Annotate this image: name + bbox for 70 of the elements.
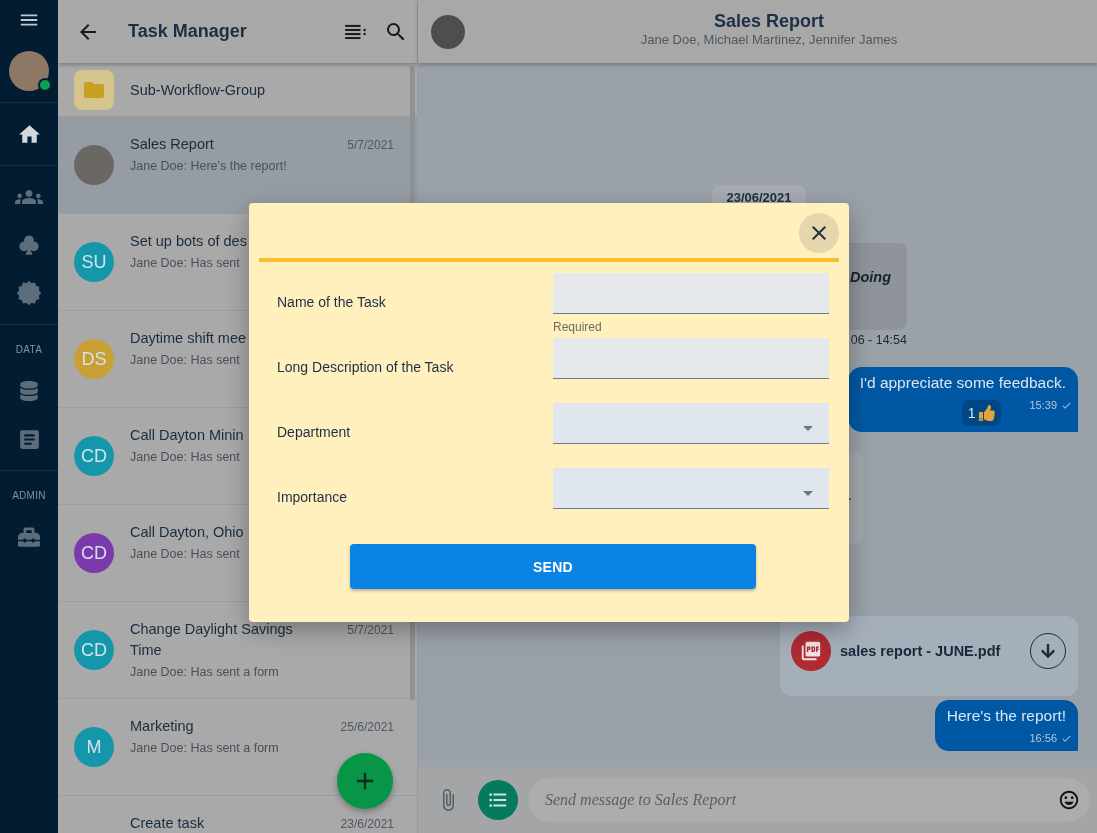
card-text: Doing [849,268,891,287]
initials-avatar: CD [74,436,114,476]
item-title: Set up bots of des [130,232,247,251]
item-preview: Jane Doe: Has sent [130,255,240,272]
field-label: Department [277,424,351,441]
list-title: Task Manager [128,21,248,42]
section-label: ADMIN [12,490,46,501]
message-input[interactable]: Send message to Sales Report [528,778,1090,822]
initials-avatar: DS [74,339,114,379]
badge-icon [17,281,41,305]
item-date: 25/6/2021 [340,720,394,734]
initials-avatar: SU [74,242,114,282]
text-input[interactable] [553,273,829,314]
field-label: Importance [277,489,348,506]
field-label: Name of the Task [277,294,386,311]
message-timestamp: 06 - 14:54 [850,333,907,347]
select-field[interactable] [553,403,829,444]
photo-placeholder [74,145,114,185]
download-icon [1040,643,1056,659]
list-icon [345,23,367,40]
pdf-icon [791,631,831,671]
item-title: Call Dayton, Ohio [130,523,244,542]
thumbs-up-icon [979,405,996,421]
item-preview: Jane Doe: Has sent a form [130,740,279,757]
item-date: 5/7/2021 [347,138,394,152]
file-name: sales report - JUNE.pdf [840,642,1002,661]
message-time: 16:56 [1029,731,1057,745]
send-button[interactable]: SEND [350,544,756,589]
item-preview: Jane Doe: Here's the report! [130,158,287,175]
item-title: Call Dayton Minin [130,426,244,445]
dropdown-caret-icon [803,491,813,496]
message-text: I'd appreciate some feedback. [859,373,1066,393]
item-preview: Jane Doe: Has sent a form [130,664,279,681]
chat-list-item[interactable]: Sales Report 5/7/2021 Jane Doe: Here's the report! [58,117,417,214]
chat-title: Sales Report [713,10,824,32]
item-title: Create task [130,814,205,833]
dropdown-caret-icon [803,426,813,431]
reaction-count: 1 [967,405,976,421]
item-title: Marketing [130,717,194,736]
message-text: . [847,485,852,505]
message-text: Here's the report! [946,706,1066,726]
item-preview: Jane Doe: Has sent [130,546,240,563]
item-date: 5/7/2021 [347,623,394,637]
smiley-icon [1058,789,1080,811]
item-title: Sales Report [130,135,214,154]
helper-text: Required [553,320,602,334]
club-icon [18,234,40,256]
select-field[interactable] [553,468,829,509]
emoji-button[interactable] [1058,789,1080,811]
initials-avatar: CD [74,533,114,573]
toolbox-icon [18,526,40,548]
database-icon [19,381,39,401]
list-button[interactable] [478,780,518,820]
item-preview: Jane Doe: Has sent [130,449,240,466]
item-title: Sub-Workflow-Group [130,81,266,98]
initials-avatar: CD [74,630,114,670]
photo-placeholder [431,14,465,49]
item-title: Daytime shift mee [130,329,247,348]
message-time: 15:39 [1029,398,1057,412]
initials-avatar: M [74,727,114,767]
item-date: 23/6/2021 [340,817,394,831]
user-avatar[interactable] [9,51,49,91]
reaction-chip[interactable]: 1 [961,400,1002,426]
chat-participants: Jane Doe, Michael Martinez, Jennifer James [640,32,898,47]
close-button[interactable] [799,213,839,253]
folder-icon [74,69,114,110]
item-preview: Jane Doe: Has sent [130,352,240,369]
text-input[interactable] [553,338,829,379]
section-label: DATA [15,344,43,355]
item-title: Change Daylight Savings Time [130,620,294,660]
